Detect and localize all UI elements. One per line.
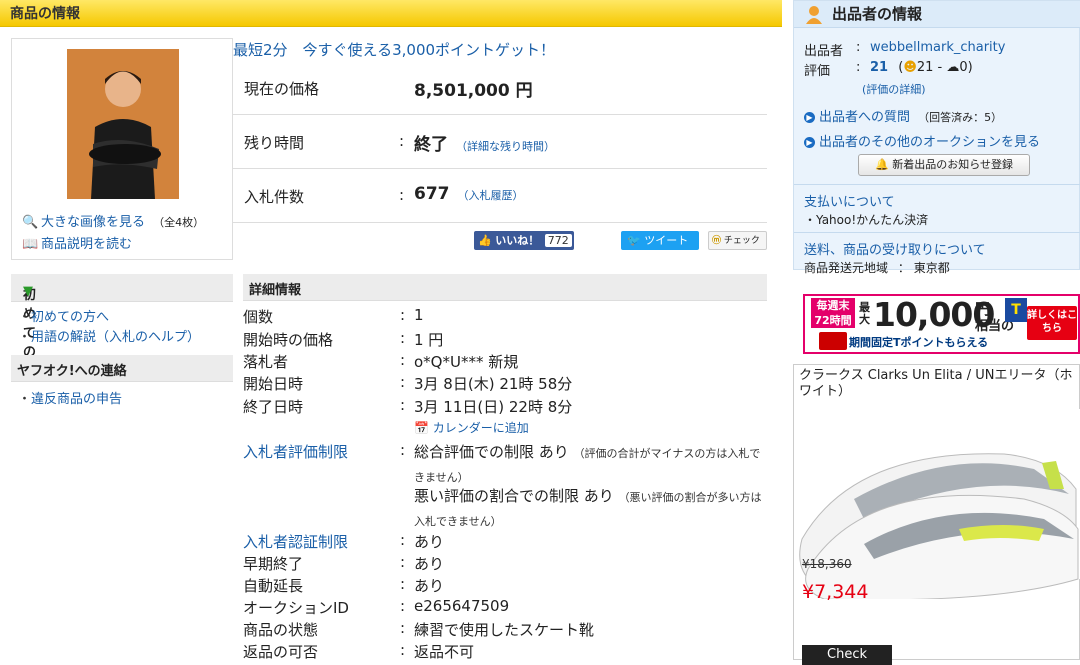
early-end-label: 早期終了 xyxy=(243,555,304,573)
rating-limit-link[interactable]: 入札者評価制限 xyxy=(243,441,348,462)
beginners-section-header: 初めての方 ▼ xyxy=(11,274,233,379)
twitter-bird-icon: 🐦 xyxy=(627,234,641,247)
seller-rating: 21 (☻21 - ☁0) xyxy=(870,60,973,75)
time-left-value: 終了 xyxy=(414,135,448,155)
tweet-button[interactable]: 🐦 ツイート xyxy=(621,231,699,250)
auto-extend-value: あり xyxy=(414,577,445,595)
seller-divider xyxy=(794,184,1080,185)
quantity-value: 1 xyxy=(414,306,424,324)
start-date-value: 3月 8日(木) 21時 58分 xyxy=(414,375,573,393)
rating-detail-link[interactable]: (評価の詳細) xyxy=(862,81,926,97)
bid-history-link[interactable]: （入札履歴） xyxy=(458,189,524,202)
condition-value: 練習で使用したスケート靴 xyxy=(414,621,595,639)
shipping-region: 商品発送元地域 ： 東京都 xyxy=(804,261,950,275)
start-price-label: 開始時の価格 xyxy=(243,331,334,349)
other-auctions-link[interactable]: ▶ 出品者のその他のオークションを見る xyxy=(804,131,1040,150)
item-photo[interactable] xyxy=(67,49,179,199)
question-link[interactable]: ▶ 出品者への質問 （回答済み：5） xyxy=(804,106,1002,125)
facebook-like-button[interactable]: 👍 いいね！ 772 xyxy=(474,231,574,250)
auth-limit-link[interactable]: 入札者認証制限 xyxy=(243,531,348,552)
tpoint-campaign-banner[interactable]: 毎週末 72時間 最大 10,000 円 相当の 期間固定Tポイントもらえる T… xyxy=(803,294,1080,354)
bell-icon: 🔔 xyxy=(875,158,889,171)
quantity-label: 個数 xyxy=(243,308,274,326)
ad-product-image[interactable] xyxy=(794,409,1080,601)
add-to-calendar-link[interactable]: 📅 カレンダーに追加 xyxy=(414,419,529,436)
current-price: 8,501,000 円 xyxy=(414,81,533,101)
calendar-icon: 📅 xyxy=(414,421,429,435)
sidebar-item-glossary[interactable]: 用語の解説（入札のヘルプ） xyxy=(18,326,200,345)
credit-card-icon xyxy=(819,332,847,350)
time-detail-link[interactable]: （詳細な残り時間） xyxy=(456,140,555,153)
sidebar-item-report-violation[interactable]: 違反商品の申告 xyxy=(18,388,122,407)
contact-section-header: ヤフオク!への連絡 xyxy=(11,355,233,382)
mixi-icon: ⓜ xyxy=(712,236,722,246)
bids-row: 入札件数 : 677 （入札履歴） xyxy=(233,169,767,223)
winner-label: 落札者 xyxy=(243,353,289,371)
seller-info-panel: 出品者の情報 出品者 : webbellmark_charity 評価 : 21… xyxy=(793,0,1080,275)
mixi-check-button[interactable]: ⓜ チェック xyxy=(708,231,767,250)
returns-value: 返品不可 xyxy=(414,643,475,661)
bid-count: 677 xyxy=(414,184,450,204)
early-end-value: あり xyxy=(414,555,445,573)
condition-label: 商品の状態 xyxy=(243,621,319,639)
seller-name-link[interactable]: webbellmark_charity xyxy=(870,40,1005,55)
sidebar-item-beginners-guide[interactable]: 初めての方へ xyxy=(18,306,109,325)
rain-cloud-icon: ☁ xyxy=(946,60,960,75)
auction-id-label: オークションID xyxy=(243,599,349,617)
arrow-right-icon: ▶ xyxy=(804,137,815,148)
ad-check-button[interactable]: Check xyxy=(802,645,892,665)
point-promo-link[interactable]: 最短2分 今すぐ使える3,000ポイントゲット！ xyxy=(233,39,555,60)
details-section-header: 詳細情報 xyxy=(243,274,767,301)
item-info-header: 商品の情報 xyxy=(0,0,782,27)
auth-limit-value: あり xyxy=(414,533,445,551)
person-icon xyxy=(804,4,824,24)
seller-info-header: 出品者の情報 xyxy=(794,1,1080,28)
ad-price: ¥7,344 xyxy=(802,581,869,603)
price-row: 現在の価格 8,501,000 円 xyxy=(233,61,767,115)
product-ad[interactable]: クラークス Clarks Un Elita / UNエリータ（ホワイト） ¥18… xyxy=(793,364,1080,665)
seller-rating-label: 評価 xyxy=(804,64,831,79)
payment-method: ・Yahoo!かんたん決済 xyxy=(804,213,929,227)
bad-rating-limit-value: 悪い評価の割合での制限 あり （悪い評価の割合が多い方は入札できません） xyxy=(414,487,762,528)
start-price-value: 1 円 xyxy=(414,331,444,349)
arrow-right-icon: ▶ xyxy=(804,112,815,123)
ad-old-price: ¥18,360 xyxy=(802,557,852,571)
beginner-mark-icon: ▼ xyxy=(23,284,33,299)
end-date-value: 3月 11日(日) 22時 8分 xyxy=(414,398,573,416)
smile-icon: ☻ xyxy=(903,60,917,75)
read-description-link[interactable]: 📖 商品説明を読む xyxy=(22,233,132,252)
rating-limit-value: 総合評価での制限 あり （評価の合計がマイナスの方は入札できません） xyxy=(414,443,761,484)
seller-name-label: 出品者 xyxy=(804,44,844,59)
payment-divider xyxy=(794,232,1080,233)
notify-new-listings-button[interactable]: 🔔 新着出品のお知らせ登録 xyxy=(858,154,1030,176)
start-date-label: 開始日時 xyxy=(243,375,304,393)
thumbs-up-icon: 👍 xyxy=(478,234,492,247)
banner-details-button[interactable]: 詳しくはこちら xyxy=(1027,306,1077,340)
book-icon: 📖 xyxy=(22,237,39,252)
time-left-row: 残り時間 : 終了 （詳細な残り時間） xyxy=(233,115,767,169)
payment-info-link[interactable]: 支払いについて xyxy=(804,191,895,210)
shipping-info-link[interactable]: 送料、商品の受け取りについて xyxy=(804,239,986,258)
auction-id-value: e265647509 xyxy=(414,597,510,615)
tpoint-logo-icon: T xyxy=(1005,298,1027,322)
view-large-image-link[interactable]: 🔍 大きな画像を見る （全4枚） xyxy=(22,211,204,230)
magnifier-icon: 🔍 xyxy=(22,215,39,230)
returns-label: 返品の可否 xyxy=(243,643,319,661)
winner-value: o*Q*U*** 新規 xyxy=(414,353,519,371)
ad-product-title[interactable]: クラークス Clarks Un Elita / UNエリータ（ホワイト） xyxy=(799,368,1077,400)
end-date-label: 終了日時 xyxy=(243,398,304,416)
auto-extend-label: 自動延長 xyxy=(243,577,304,595)
photo-box: 🔍 大きな画像を見る （全4枚） 📖 商品説明を読む xyxy=(11,38,233,260)
item-info-title: 商品の情報 xyxy=(10,6,80,22)
